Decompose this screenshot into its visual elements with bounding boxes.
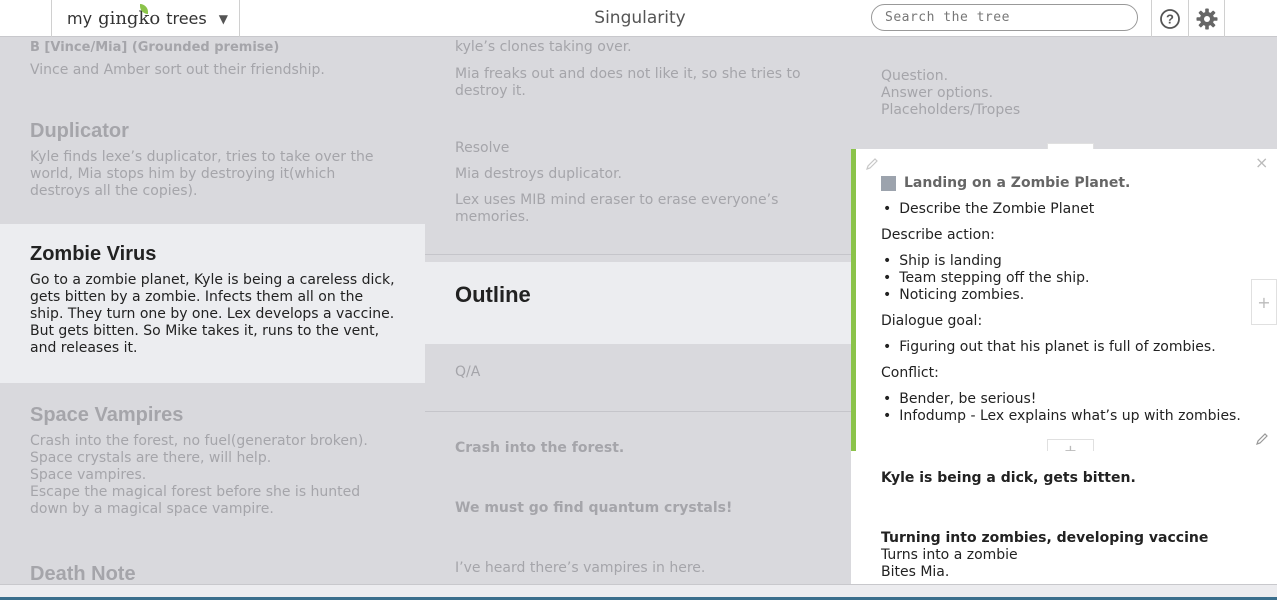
card-body: Vince and Amber sort out their friendshi…	[30, 62, 325, 78]
tree-switcher-button[interactable]: my gingko trees ▼	[51, 0, 240, 37]
card-question[interactable]: Question. Answer options. Placeholders/T…	[851, 68, 1277, 119]
card-resolve[interactable]: Resolve Mia destroys duplicator. Lex use…	[425, 140, 851, 226]
editor-label: Dialogue goal:	[881, 313, 983, 329]
list-item: Ship is landing	[881, 253, 1257, 270]
card-line: Turning into zombies, developing vaccine	[881, 530, 1209, 546]
editor-label: Conflict:	[881, 365, 939, 381]
logo-trees: trees	[166, 9, 207, 28]
question-circle-icon: ?	[1160, 8, 1180, 29]
card-title: Outline	[455, 282, 531, 307]
card-title: Space Vampires	[30, 404, 184, 426]
card-title: Death Note	[30, 563, 136, 584]
card-line: We must go find quantum crystals!	[455, 500, 733, 516]
checkbox-square-icon	[881, 176, 896, 191]
card-line: Question.	[881, 68, 949, 84]
column-2: kyle’s clones taking over. Mia freaks ou…	[425, 37, 851, 584]
editor-title: Landing on a Zombie Planet.	[904, 175, 1131, 191]
column-3: Question. Answer options. Placeholders/T…	[851, 37, 1277, 584]
card-line: kyle’s clones taking over.	[455, 39, 632, 55]
editor-list: Describe the Zombie Planet	[881, 201, 1257, 218]
logo-my: my	[67, 9, 93, 28]
editor-list: Ship is landing Team stepping off the sh…	[881, 253, 1257, 304]
card-qa[interactable]: Q/A	[425, 364, 851, 381]
card-line: Placeholders/Tropes	[881, 102, 1021, 118]
card-line: Mia freaks out and does not like it, so …	[455, 66, 801, 99]
chevron-down-icon: ▼	[218, 11, 228, 26]
card-line: Crash into the forest, no fuel(generator…	[30, 433, 368, 449]
card-duplicator[interactable]: Duplicator Kyle finds lexe’s duplicator,…	[0, 120, 425, 200]
document-title: Singularity	[594, 8, 686, 28]
card-body: Go to a zombie planet, Kyle is being a c…	[30, 272, 395, 356]
list-item: Describe the Zombie Planet	[881, 201, 1257, 218]
card-line: Bites Mia.	[881, 564, 950, 580]
card-death-note[interactable]: Death Note	[0, 563, 425, 584]
card-space-vampires[interactable]: Space Vampires Crash into the forest, no…	[0, 404, 425, 518]
add-child-button[interactable]: +	[1251, 279, 1277, 325]
card-line: Escape the magical forest before she is …	[30, 484, 361, 517]
card-title: Duplicator	[30, 120, 129, 142]
card-subtitle: B [Vince/Mia] (Grounded premise)	[30, 40, 280, 55]
card-line: Space vampires.	[30, 467, 147, 483]
pencil-icon[interactable]	[865, 157, 879, 171]
divider	[425, 411, 851, 412]
list-item: Team stepping off the ship.	[881, 270, 1257, 287]
pencil-icon[interactable]	[1255, 432, 1269, 446]
card-body: Kyle finds lexe’s duplicator, tries to t…	[30, 149, 374, 199]
card-kyle-bitten[interactable]: Kyle is being a dick, gets bitten. Turni…	[851, 451, 1277, 584]
help-button[interactable]: ?	[1151, 0, 1188, 37]
editor-label: Describe action:	[881, 227, 995, 243]
card-line: Crash into the forest.	[455, 440, 625, 456]
svg-text:?: ?	[1166, 11, 1174, 26]
card-line: Mia destroys duplicator.	[455, 166, 623, 182]
card-line: Kyle is being a dick, gets bitten.	[881, 470, 1136, 486]
card-line: I’ve heard there’s vampires in here.	[455, 560, 706, 576]
column-1: B [Vince/Mia] (Grounded premise) Vince a…	[0, 37, 425, 584]
card-clones[interactable]: kyle’s clones taking over. Mia freaks ou…	[425, 39, 851, 100]
card-crash-forest[interactable]: Crash into the forest. We must go find q…	[425, 440, 851, 577]
top-bar: my gingko trees ▼ Singularity ?	[0, 0, 1277, 37]
logo-gingko: gingko	[98, 4, 161, 29]
list-item: Noticing zombies.	[881, 287, 1257, 304]
list-item: Infodump - Lex explains what’s up with z…	[881, 408, 1257, 425]
editor-heading: Landing on a Zombie Planet.	[881, 175, 1257, 192]
logo-gingko-text: gingko	[98, 8, 161, 29]
plus-icon: +	[1257, 292, 1271, 312]
card-title: Zombie Virus	[30, 243, 157, 265]
list-item: Bender, be serious!	[881, 391, 1257, 408]
card-zombie-virus[interactable]: Zombie Virus Go to a zombie planet, Kyle…	[0, 224, 425, 383]
list-item: Figuring out that his planet is full of …	[881, 339, 1257, 356]
card-line: Answer options.	[881, 85, 994, 101]
settings-button[interactable]	[1188, 0, 1225, 37]
card-line: Q/A	[455, 364, 481, 380]
editor-list: Figuring out that his planet is full of …	[881, 339, 1257, 356]
gear-icon	[1196, 8, 1217, 29]
divider	[425, 254, 851, 255]
search-input[interactable]	[871, 4, 1138, 31]
card-line: Space crystals are there, will help.	[30, 450, 272, 466]
card-line: Resolve	[455, 140, 510, 156]
card-outline[interactable]: Outline	[425, 262, 851, 344]
card-editor[interactable]: Landing on a Zombie Planet. Describe the…	[851, 149, 1277, 451]
card-line: Lex uses MIB mind eraser to erase everyo…	[455, 192, 779, 225]
card-line: Turns into a zombie	[881, 547, 1018, 563]
close-icon[interactable]: ×	[1255, 153, 1268, 172]
card-b-vince-mia[interactable]: B [Vince/Mia] (Grounded premise) Vince a…	[0, 39, 425, 79]
editor-list: Bender, be serious! Infodump - Lex expla…	[881, 391, 1257, 425]
